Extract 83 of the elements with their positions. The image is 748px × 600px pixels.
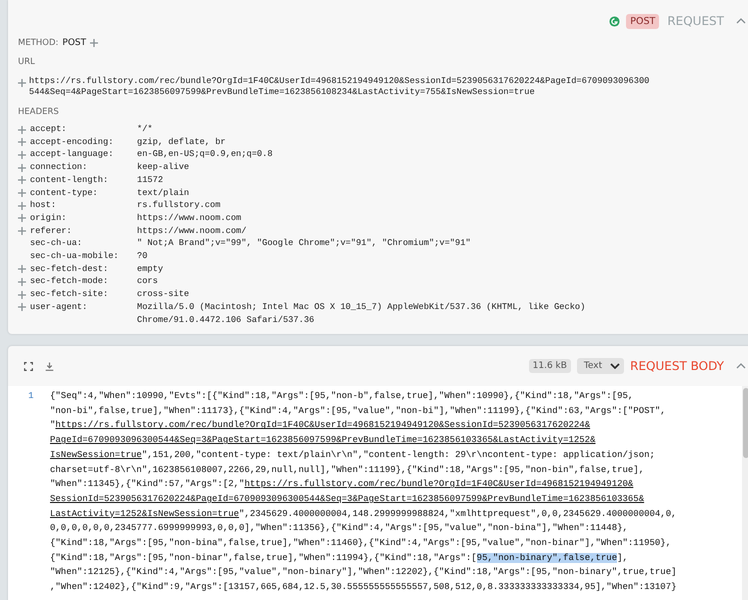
download-icon[interactable]	[45, 362, 54, 370]
header-name: origin:	[30, 212, 68, 225]
header-name: sec-ch-ua-mobile:	[30, 250, 120, 263]
add-icon[interactable]	[18, 303, 26, 312]
line-number: 1	[27, 390, 35, 403]
collapse-icon[interactable]	[736, 363, 746, 369]
caret-icon	[610, 363, 620, 369]
code-text: "When":11345},{"Kind":57,"Args":[2,"	[50, 479, 244, 490]
url-link[interactable]: https://rs.fullstory.com/rec/bundle?OrgId=1F40C&UserId=4968152194949120&SessionId=5239056317620224&	[55, 420, 590, 430]
header-name: referer:	[30, 224, 73, 238]
method-label: METHOD:	[18, 38, 58, 48]
add-icon[interactable]	[18, 265, 26, 274]
header-name: connection:	[30, 161, 88, 174]
add-icon[interactable]	[18, 79, 26, 87]
expand-icon[interactable]	[24, 362, 33, 370]
add-icon[interactable]	[18, 290, 26, 299]
header-value: en-GB,en-US;q=0.9,en;q=0.8	[137, 148, 273, 162]
header-name: accept-language:	[30, 148, 114, 162]
panel-title: REQUEST	[667, 14, 724, 28]
add-icon[interactable]	[18, 214, 26, 222]
url-text: 544&Seq=4&PageStart=1623856097599&PrevBundleTime=1623856108234&LastActivity=755&IsNewSession=true	[29, 87, 536, 98]
add-icon[interactable]	[18, 278, 26, 286]
code-text: "When":12125},{"Kind":4,"Args":[95,"value","non-binary"],"When":12202},{"Kind":18,"Args":[95,"non-binary",true,true]	[50, 567, 677, 578]
code-text: charset=utf-8\r\n",1623856108007,2266,29,null,null],"When":11199},{"Kind":18,"Args":[95,"non-bin",false,true],	[50, 464, 644, 475]
header-name: host:	[30, 199, 58, 212]
collapse-icon[interactable]	[736, 18, 746, 24]
add-icon[interactable]	[18, 227, 26, 236]
header-value: https://www.noom.com/	[137, 224, 246, 238]
header-name: content-length:	[30, 174, 110, 187]
add-icon[interactable]	[90, 39, 98, 47]
header-value: https://www.noom.com	[137, 212, 242, 225]
header-name: sec-fetch-site:	[30, 288, 110, 301]
add-icon[interactable]	[18, 138, 26, 146]
panel-title: REQUEST BODY	[630, 359, 724, 373]
url-link[interactable]: PageId=6709093096300544&Seq=3&PageStart=1623856097599&PrevBundleTime=1623856103365&LastActivity=1252&	[50, 435, 596, 446]
header-name: accept-encoding:	[30, 136, 114, 148]
code-text: {"Kind":18,"Args":[95,"non-bina",false,true],"When":11460},{"Kind":4,"Args":[95,"value","non-binar"],"When":11950},	[50, 538, 672, 548]
url-text: https://rs.fullstory.com/rec/bundle?OrgId=1F40C&UserId=4968152194949120&SessionId=5239056317620224&PageId=6709093096300	[29, 76, 650, 87]
url-link[interactable]: LastActivity=1252&IsNewSession=true	[50, 508, 240, 519]
headers-label: HEADERS	[18, 107, 60, 117]
code-text: "	[50, 420, 56, 430]
header-name: sec-fetch-mode:	[30, 275, 110, 288]
header-value: cors	[137, 275, 158, 288]
url-link[interactable]: SessionId=5239056317620224&PageId=6709093096300544&Seq=3&PageStart=1623856097599&PrevBundleTime=1623856103365&	[50, 494, 644, 504]
header-value: text/plain	[137, 186, 190, 200]
method-value: POST	[62, 38, 86, 48]
add-icon[interactable]	[18, 126, 26, 134]
header-value: Mozilla/5.0 (Macintosh; Intel Mac OS X 10_15_7) AppleWebKit/537.36 (KHTML, like Gecko)	[137, 300, 586, 314]
code-text: "non-bi",false,true],"When":11173},{"Kind":4,"Args":[95,"value","non-bi"],"When":11199},{"Kind":63,"Args":["POST",	[50, 406, 666, 416]
header-value: 11572	[137, 174, 164, 187]
size-badge: 11.6 kB	[528, 359, 571, 373]
url-label: URL	[18, 57, 36, 67]
method-badge: POST	[626, 14, 660, 28]
header-name: accept:	[30, 123, 68, 136]
header-value: ?0	[137, 250, 148, 263]
code-text: ",151,200,"content-type: text/plain\r\n","content-length: 29\r\ncontent-type: application/json;	[142, 450, 655, 460]
header-value: */*	[137, 123, 153, 136]
header-value: gzip, deflate, br	[137, 136, 226, 148]
code-text: ",2345629.4000000004,148.2999999988824,"xmlhttprequest",0,0,2345629.4000000004,0,	[239, 508, 677, 519]
code-text: 0,0,0,0,0,0,2345777.6999999993,0,0,0],"When":11356},{"Kind":4,"Args":[95,"value","non-bina"],"When":11448},	[50, 523, 628, 534]
code-text: ],	[617, 552, 628, 563]
code-text: ,"When":12402},{"Kind":9,"Args":[13157,665,684,12.5,30.555555555555557,508,512,0,8.333333333333334,95],"When":13107}	[50, 582, 677, 592]
header-value: keep-alive	[137, 161, 190, 174]
add-icon[interactable]	[18, 189, 26, 198]
header-value: rs.fullstory.com	[137, 199, 220, 212]
header-value: cross-site	[137, 288, 190, 301]
header-value: Chrome/91.0.4472.106 Safari/537.36	[137, 314, 316, 326]
add-icon[interactable]	[18, 164, 26, 172]
header-name: user-agent:	[30, 300, 88, 314]
add-icon[interactable]	[18, 176, 26, 184]
url-link[interactable]: IsNewSession=true	[50, 450, 142, 460]
add-icon[interactable]	[18, 150, 26, 159]
header-name: content-type:	[30, 186, 99, 200]
header-name: sec-ch-ua:	[30, 237, 84, 250]
header-value: empty	[137, 262, 164, 276]
selected-text: 95,"non-binary",false,true	[476, 552, 618, 563]
header-value: " Not;A Brand";v="99", "Google Chrome";v="91", "Chromium";v="91"	[137, 237, 471, 250]
add-icon[interactable]	[18, 202, 26, 210]
format-select[interactable]: Text	[576, 358, 624, 374]
url-link[interactable]: https://rs.fullstory.com/rec/bundle?OrgId=1F40C&UserId=4968152194949120&	[244, 479, 634, 490]
code-text: {"Seq":4,"When":10990,"Evts":[{"Kind":18,"Args":[95,"non-b",false,true],"When":10990},{"Kind":18,"Args":[95,	[50, 391, 634, 401]
header-name: sec-fetch-dest:	[30, 262, 110, 276]
code-text: {"Kind":18,"Args":[95,"non-binar",false,true],"When":11994},{"Kind":18,"Args":[	[50, 552, 477, 563]
